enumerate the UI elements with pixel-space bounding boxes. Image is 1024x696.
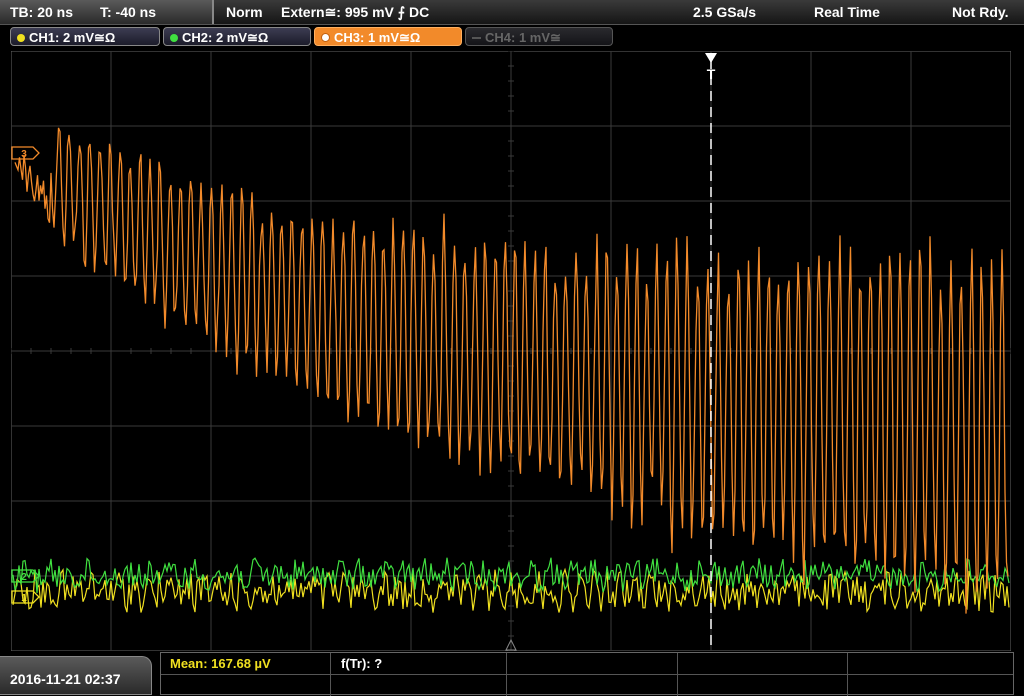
- waveform-display[interactable]: T 3 2 1: [11, 51, 1011, 651]
- meas-divider: [677, 653, 678, 696]
- tab-ch2[interactable]: CH2: 2 mV≅Ω: [163, 27, 311, 46]
- timebase-panel[interactable]: TB: 20 ns T: -40 ns: [0, 0, 214, 24]
- tab-ch1-label: CH1: 2 mV≅Ω: [29, 30, 116, 45]
- trigger-mode[interactable]: Norm: [226, 0, 263, 24]
- measurement-panel[interactable]: Mean: 167.68 µV f(Tr): ?: [160, 652, 1014, 696]
- tab-ch4-label: CH4: 1 mV≅: [485, 30, 561, 45]
- tab-ch4[interactable]: CH4: 1 mV≅: [465, 27, 613, 46]
- ch2-marker-label: 2: [21, 572, 27, 583]
- mean-measurement: Mean: 167.68 µV: [170, 656, 271, 671]
- tab-ch2-label: CH2: 2 mV≅Ω: [182, 30, 269, 45]
- bottom-bar: 2016-11-21 02:37 Mean: 167.68 µV f(Tr): …: [0, 652, 1024, 696]
- channel-tabs: CH1: 2 mV≅Ω CH2: 2 mV≅Ω CH3: 1 mV≅Ω CH4:…: [0, 25, 1024, 49]
- ch1-dot-icon: [17, 34, 25, 42]
- ch1-marker-label: 1: [21, 593, 27, 604]
- acquisition-mode[interactable]: Real Time: [814, 0, 880, 24]
- ch2-dot-icon: [170, 34, 178, 42]
- tab-ch3-label: CH3: 1 mV≅Ω: [334, 30, 421, 45]
- f-tr-measurement: f(Tr): ?: [341, 656, 383, 671]
- trigger-source[interactable]: Extern≅: 995 mV ⨍ DC: [281, 0, 429, 24]
- ch3-marker-label: 3: [21, 149, 27, 160]
- tab-ch3[interactable]: CH3: 1 mV≅Ω: [314, 27, 462, 46]
- datetime-value: 2016-11-21 02:37: [10, 671, 121, 687]
- trigger-time-value[interactable]: T: -40 ns: [100, 0, 156, 24]
- meas-divider: [330, 653, 331, 696]
- trigger-position-label: T: [707, 66, 716, 82]
- meas-divider: [506, 653, 507, 696]
- ch4-dash-icon: [472, 37, 481, 39]
- timebase-value[interactable]: TB: 20 ns: [10, 0, 73, 24]
- sample-rate[interactable]: 2.5 GSa/s: [693, 0, 756, 24]
- datetime-panel: 2016-11-21 02:37: [0, 656, 152, 695]
- meas-divider: [161, 674, 1013, 675]
- ch3-dot-icon: [321, 33, 330, 42]
- trigger-status: Not Rdy.: [952, 4, 1009, 20]
- meas-divider: [847, 653, 848, 696]
- status-bar: TB: 20 ns T: -40 ns Norm Extern≅: 995 mV…: [0, 0, 1024, 25]
- tab-ch1[interactable]: CH1: 2 mV≅Ω: [10, 27, 160, 46]
